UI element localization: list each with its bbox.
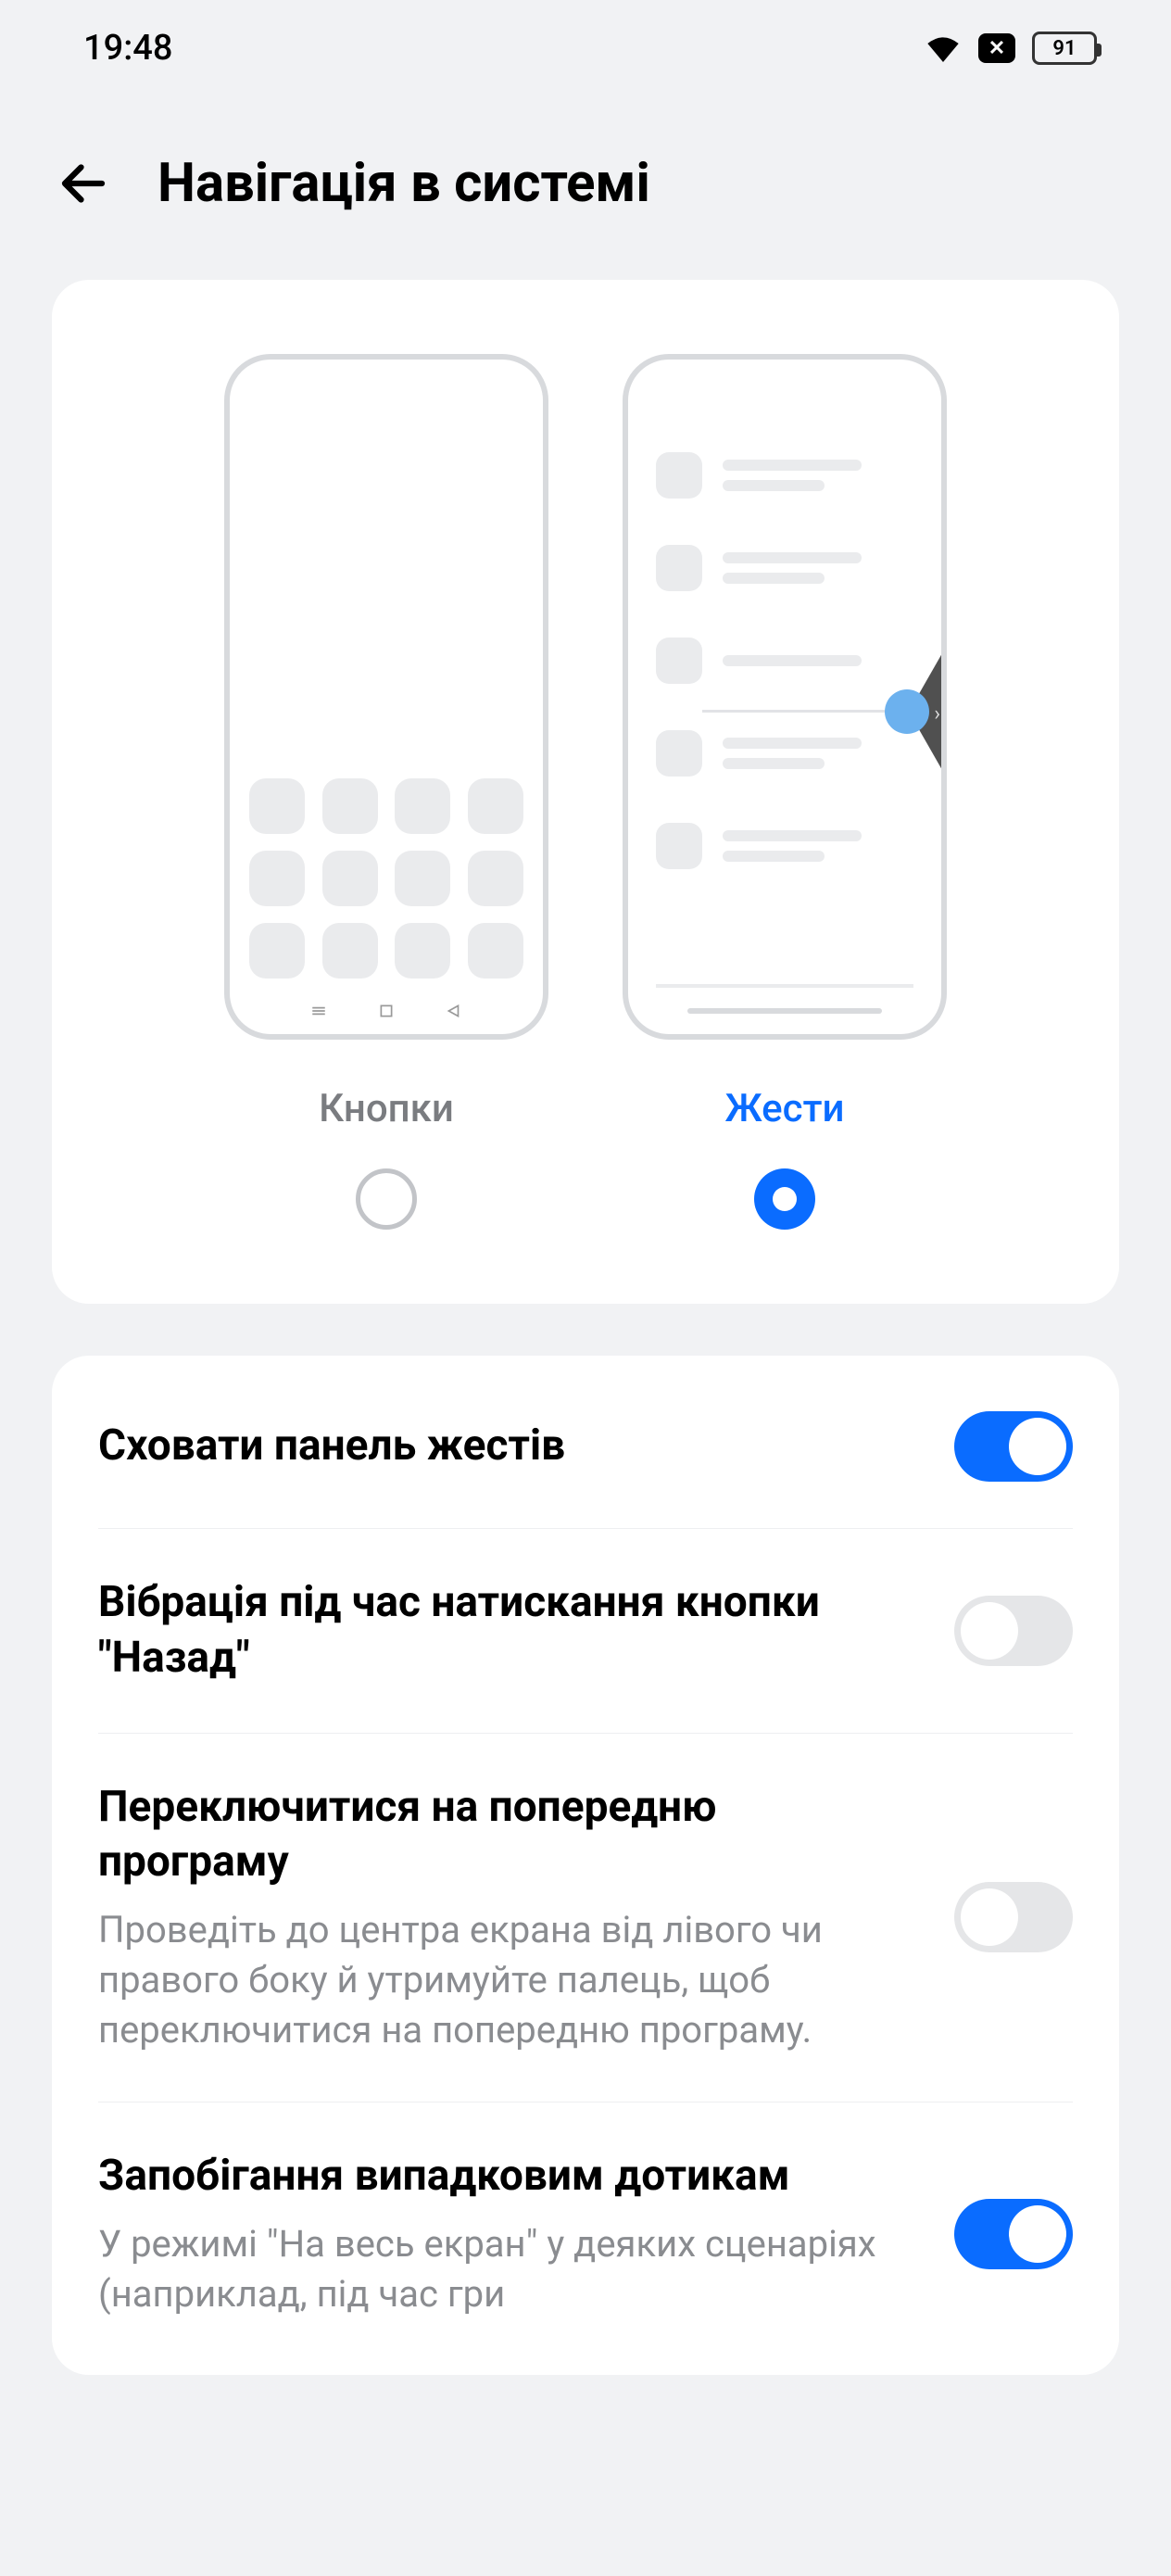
toggle-hide-gesture-bar[interactable] [954, 1411, 1073, 1482]
setting-back-vibration: Вібрація під час натискання кнопки "Наза… [98, 1529, 1073, 1734]
setting-title: Вібрація під час натискання кнопки "Наза… [98, 1575, 917, 1686]
setting-title: Сховати панель жестів [98, 1419, 917, 1474]
toggle-back-vibration[interactable] [954, 1596, 1073, 1666]
wifi-icon [925, 33, 962, 63]
toggle-switch-previous-app[interactable] [954, 1882, 1073, 1952]
page-title: Навігація в системі [157, 152, 650, 215]
setting-title: Запобігання випадковим дотикам [98, 2149, 917, 2204]
setting-title: Переключитися на попередню програму [98, 1780, 917, 1891]
toggle-prevent-accidental-touch[interactable] [954, 2199, 1073, 2269]
page-header: Навігація в системі [0, 96, 1171, 280]
radio-buttons[interactable] [356, 1168, 417, 1230]
settings-card: Сховати панель жестів Вібрація під час н… [52, 1356, 1119, 2375]
mode-option-buttons[interactable]: Кнопки [224, 354, 548, 1230]
status-icons: ✕ 91 [925, 32, 1097, 65]
mode-option-gestures[interactable]: › Жести [623, 354, 947, 1230]
nav-mode-card: Кнопки › Жес [52, 280, 1119, 1304]
mode-label-gestures: Жести [725, 1086, 845, 1131]
status-bar: 19:48 ✕ 91 [0, 0, 1171, 96]
gestures-preview: › [623, 354, 947, 1040]
setting-description: Проведіть до центра екрана від лівого чи… [98, 1905, 917, 2055]
status-time: 19:48 [83, 28, 172, 69]
setting-prevent-accidental-touch: Запобігання випадковим дотикам У режимі … [98, 2102, 1073, 2366]
buttons-preview [224, 354, 548, 1040]
setting-description: У режимі "На весь екран" у деяких сценар… [98, 2219, 917, 2319]
back-arrow-icon[interactable] [56, 156, 111, 211]
radio-gestures[interactable] [754, 1168, 815, 1230]
dnd-icon: ✕ [978, 33, 1015, 63]
setting-switch-previous-app: Переключитися на попередню програму Пров… [98, 1734, 1073, 2103]
battery-icon: 91 [1032, 32, 1097, 65]
setting-hide-gesture-bar: Сховати панель жестів [98, 1365, 1073, 1529]
mode-label-buttons: Кнопки [319, 1086, 454, 1131]
